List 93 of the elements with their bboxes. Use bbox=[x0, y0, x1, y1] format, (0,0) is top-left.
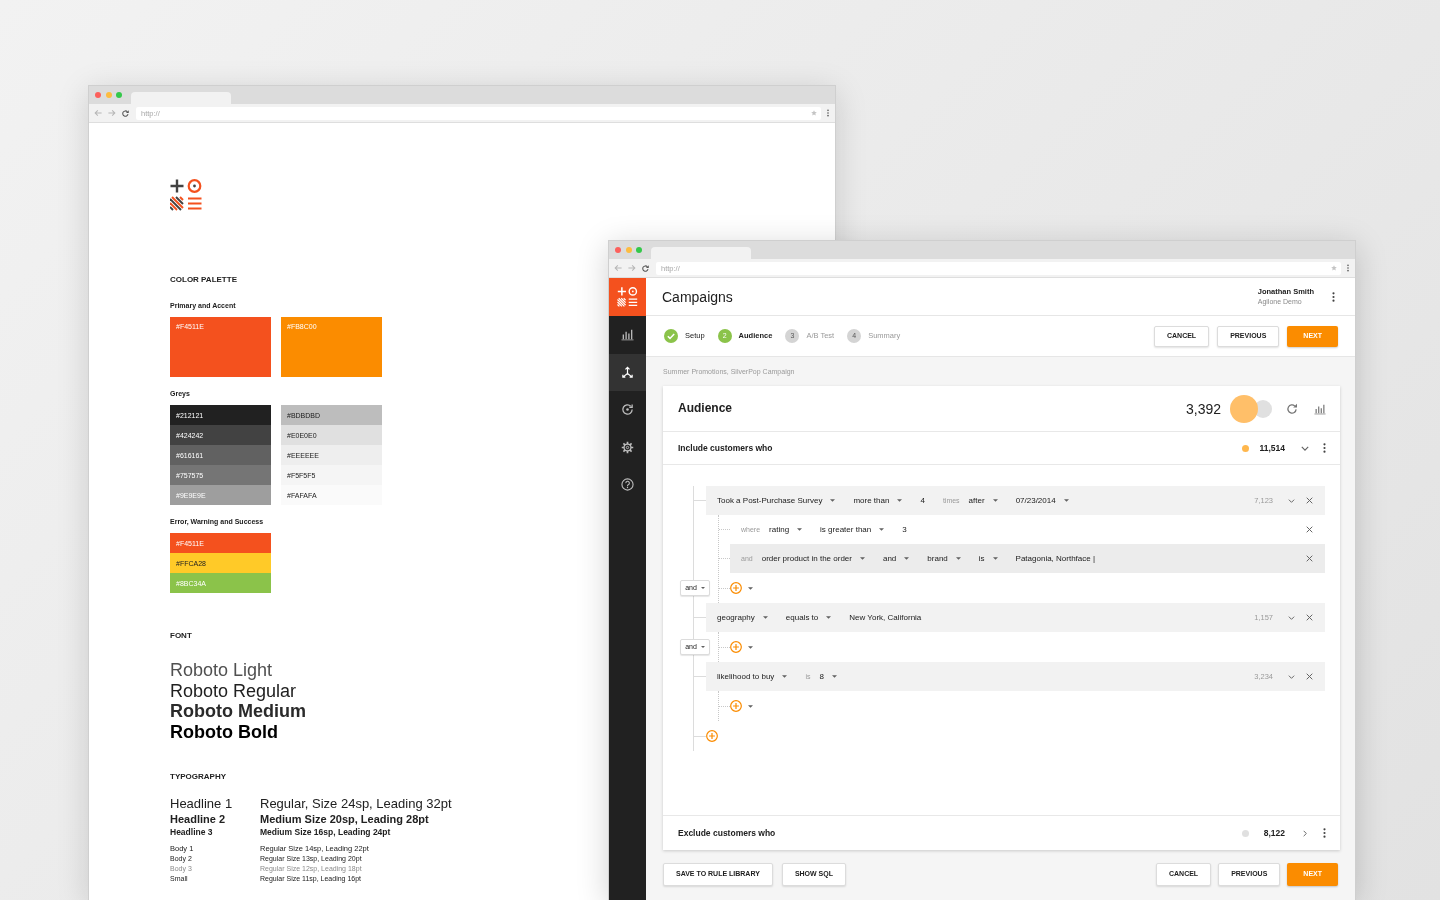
add-icon[interactable] bbox=[730, 641, 742, 653]
section-heading: TYPOGRAPHY bbox=[170, 772, 226, 782]
caret-icon bbox=[1063, 499, 1069, 502]
caret-icon bbox=[826, 616, 832, 619]
bar-chart-icon bbox=[621, 328, 634, 342]
font-sample: Roboto Medium bbox=[170, 701, 306, 722]
dropdown[interactable]: 07/23/2014 bbox=[1015, 495, 1069, 506]
section-heading: FONT bbox=[170, 631, 192, 641]
style-name: Headline 3 bbox=[170, 826, 213, 838]
add-icon[interactable] bbox=[730, 700, 742, 712]
dropdown[interactable]: likelihood to buy bbox=[717, 671, 788, 682]
dropdown[interactable]: and bbox=[882, 553, 910, 564]
circular-arrow-icon bbox=[621, 403, 634, 417]
settings-icon bbox=[621, 440, 634, 454]
close-icon[interactable] bbox=[1306, 497, 1313, 504]
caret-icon bbox=[955, 557, 961, 560]
dropdown[interactable]: is bbox=[978, 553, 998, 564]
chevron-down-icon[interactable] bbox=[1301, 445, 1309, 451]
caret-icon bbox=[762, 616, 768, 619]
section-heading: COLOR PALETTE bbox=[170, 275, 237, 285]
help-icon bbox=[621, 478, 634, 492]
close-icon[interactable] bbox=[1306, 614, 1313, 621]
caret-icon[interactable] bbox=[748, 704, 753, 708]
chevron-down-icon[interactable] bbox=[1288, 498, 1295, 503]
dropdown[interactable]: more than bbox=[853, 495, 903, 506]
back-arrow-icon[interactable] bbox=[614, 264, 622, 272]
close-window-icon[interactable] bbox=[615, 247, 621, 253]
chevron-down-icon[interactable] bbox=[1288, 674, 1295, 679]
value-field[interactable]: Patagonia, Northface | bbox=[1015, 553, 1096, 564]
style-name: Headline 2 bbox=[170, 812, 226, 826]
nav-button[interactable] bbox=[609, 353, 646, 391]
style-name: Headline 1 bbox=[170, 796, 233, 812]
font-sample: Roboto Regular bbox=[170, 680, 297, 701]
card-title: Audience bbox=[678, 401, 732, 416]
close-icon[interactable] bbox=[1306, 526, 1313, 533]
caret-icon bbox=[700, 587, 705, 589]
caret-icon bbox=[904, 557, 910, 560]
dropdown[interactable]: order product in the order bbox=[761, 553, 865, 564]
logo-icon[interactable] bbox=[609, 278, 646, 316]
star-icon[interactable] bbox=[1331, 265, 1337, 271]
value-field[interactable]: 3 bbox=[902, 524, 907, 535]
caret-icon bbox=[831, 675, 837, 678]
dropdown[interactable]: 8 bbox=[819, 671, 837, 682]
reload-icon[interactable] bbox=[642, 264, 649, 272]
toggle-switch[interactable] bbox=[1230, 394, 1272, 423]
section-label: Include customers who bbox=[678, 442, 773, 454]
value-field[interactable]: 4 bbox=[920, 495, 925, 506]
caret-icon bbox=[897, 499, 903, 502]
caret-icon[interactable] bbox=[748, 645, 753, 649]
refresh-icon[interactable] bbox=[1286, 402, 1298, 415]
reload-icon[interactable] bbox=[122, 109, 129, 117]
more-options-icon[interactable] bbox=[1323, 443, 1326, 453]
more-options-icon[interactable] bbox=[1332, 291, 1335, 302]
font-sample: Roboto Light bbox=[170, 660, 273, 681]
caret-icon bbox=[992, 499, 998, 502]
star-icon[interactable] bbox=[811, 110, 817, 116]
audience-count: 11,514 bbox=[1259, 442, 1285, 454]
logo-icon bbox=[170, 179, 202, 211]
caret-icon bbox=[992, 557, 998, 560]
close-icon[interactable] bbox=[1306, 673, 1313, 680]
caret-icon bbox=[797, 528, 803, 531]
caret-icon bbox=[879, 528, 885, 531]
audience-count: 3,392 bbox=[1185, 399, 1221, 418]
audience-count: 8,122 bbox=[1263, 827, 1285, 839]
caret-icon[interactable] bbox=[748, 586, 753, 590]
font-sample: Roboto Bold bbox=[170, 721, 278, 742]
style-spec: Medium Size 16sp, Leading 24pt bbox=[260, 826, 391, 838]
page-title: Campaigns bbox=[662, 287, 733, 306]
section-label: Exclude customers who bbox=[678, 827, 776, 839]
value-field[interactable]: New York, California bbox=[849, 612, 922, 623]
more-options-icon[interactable] bbox=[1323, 828, 1326, 838]
back-arrow-icon[interactable] bbox=[94, 109, 102, 117]
dropdown[interactable]: Took a Post-Purchase Survey bbox=[717, 495, 836, 506]
close-window-icon[interactable] bbox=[95, 92, 101, 98]
add-icon[interactable] bbox=[730, 582, 742, 594]
chevron-right-icon[interactable] bbox=[1303, 829, 1307, 837]
split-arrows-icon bbox=[621, 365, 634, 379]
bar-chart-icon[interactable] bbox=[1314, 402, 1326, 415]
caret-icon bbox=[859, 557, 865, 560]
style-spec: Medium Size 20sp, Leading 28pt bbox=[260, 812, 429, 826]
dropdown[interactable]: after bbox=[968, 495, 998, 506]
dropdown[interactable]: rating bbox=[769, 524, 803, 535]
caret-icon bbox=[700, 646, 705, 648]
dropdown[interactable]: geography bbox=[717, 612, 768, 623]
add-icon[interactable] bbox=[706, 730, 718, 742]
dropdown[interactable]: brand bbox=[927, 553, 961, 564]
style-spec: Regular, Size 24sp, Leading 32pt bbox=[260, 796, 452, 812]
caret-icon bbox=[782, 675, 788, 678]
chevron-down-icon[interactable] bbox=[1288, 615, 1295, 620]
close-icon[interactable] bbox=[1306, 555, 1313, 562]
dropdown[interactable]: is greater than bbox=[820, 524, 885, 535]
caret-icon bbox=[830, 499, 836, 502]
dropdown[interactable]: equals to bbox=[785, 612, 832, 623]
